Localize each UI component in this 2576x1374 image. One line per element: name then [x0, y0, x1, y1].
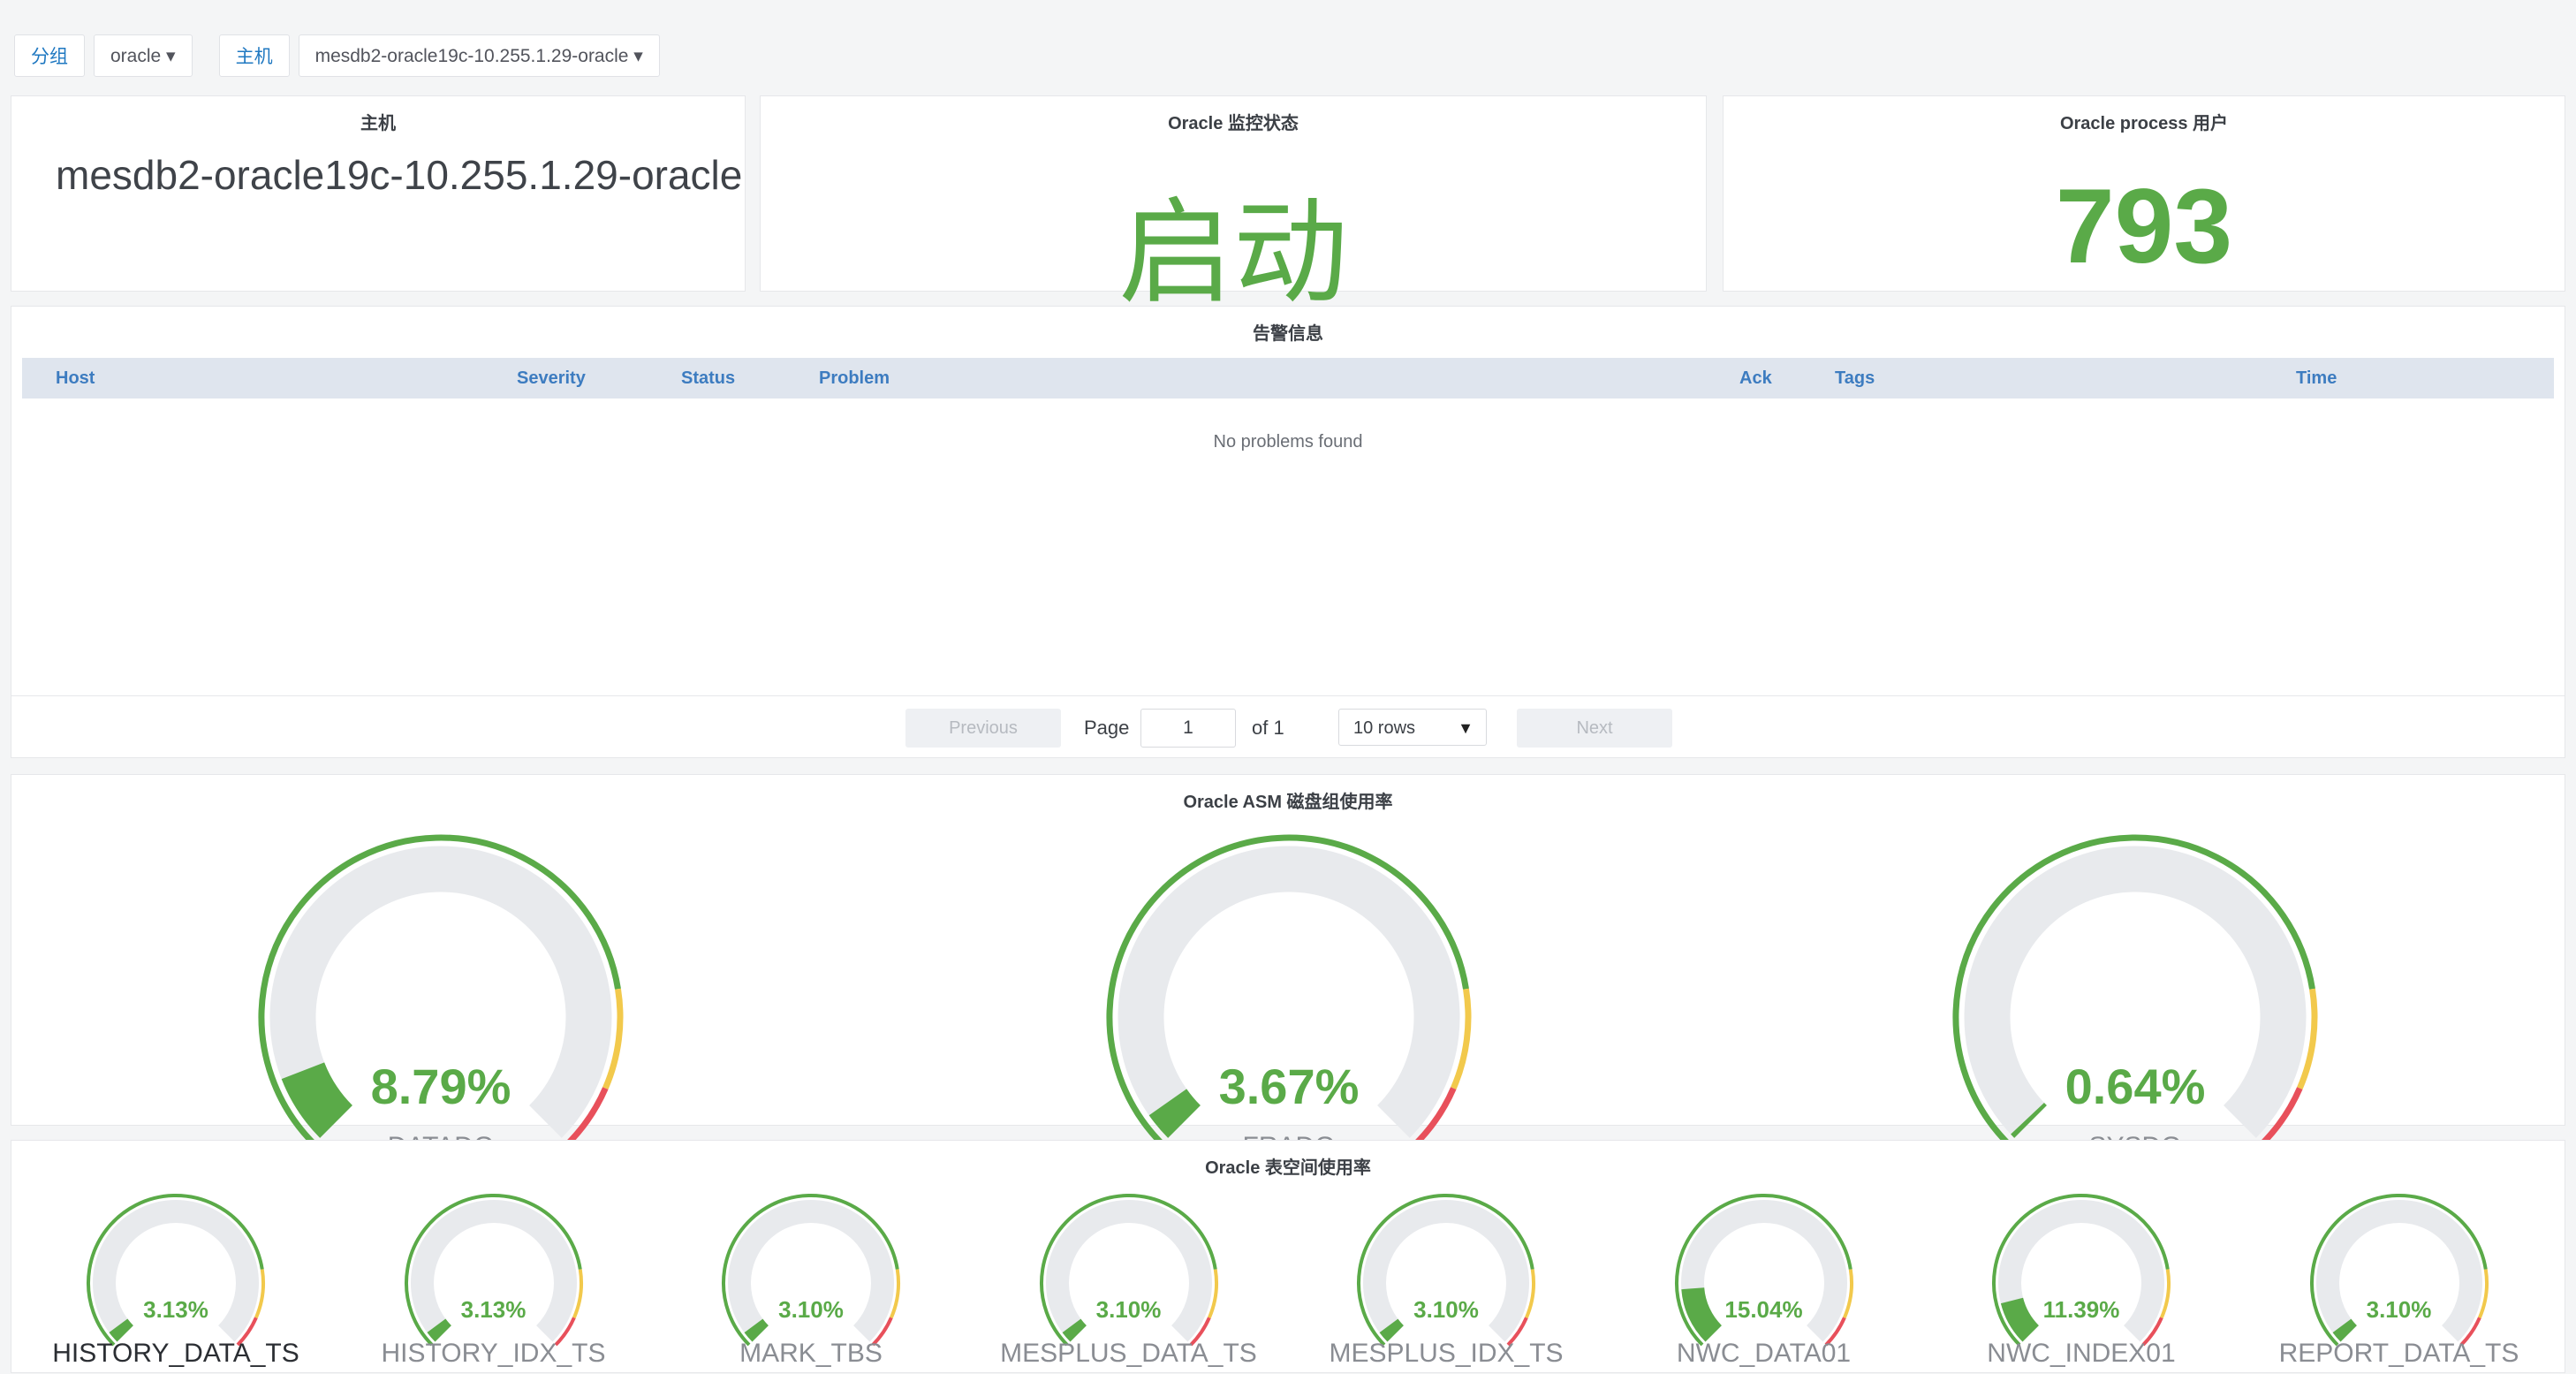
tablespace-gauge-value: 3.10%	[1095, 1296, 1162, 1323]
asm-gauge-value: 0.64%	[2065, 1059, 2206, 1114]
column-header-severity[interactable]: Severity	[517, 358, 586, 399]
tablespace-gauge-label: HISTORY_DATA_TS	[52, 1339, 299, 1368]
chevron-down-icon: ▼	[1458, 719, 1474, 737]
tablespace-gauge-label: NWC_DATA01	[1676, 1339, 1852, 1368]
asm-gauge-value: 8.79%	[370, 1059, 511, 1114]
pagination-bar: Previous Page 1 of 1 10 rows ▼ Next	[11, 695, 2565, 760]
previous-page-button[interactable]: Previous	[905, 709, 1061, 748]
next-page-button[interactable]: Next	[1517, 709, 1672, 748]
column-header-status[interactable]: Status	[681, 358, 735, 399]
problems-panel-title: 告警信息	[1253, 324, 1323, 344]
rows-per-page-value: 10 rows	[1353, 718, 1416, 738]
gauge-value-arc	[426, 1318, 451, 1342]
tablespace-gauge: 11.39% NWC_INDEX01	[1987, 1192, 2176, 1374]
asm-gauge-value: 3.67%	[1218, 1059, 1360, 1114]
gauge-value-arc	[2011, 1102, 2048, 1138]
tablespace-usage-panel: Oracle 表空间使用率 3.13% HISTORY_DATA_TS 3.13% H…	[11, 1140, 2565, 1373]
tablespace-gauge-value: 11.39%	[2042, 1296, 2120, 1323]
status-value: 启动	[1118, 186, 1348, 320]
problems-panel: 告警信息 Host Severity Status Problem Ack Ta…	[11, 306, 2565, 758]
tablespace-gauge-label: MESPLUS_IDX_TS	[1329, 1339, 1564, 1368]
rows-per-page-select[interactable]: 10 rows ▼	[1338, 709, 1487, 746]
tablespace-gauge-value: 15.04%	[1724, 1296, 1803, 1323]
process-count-value: 793	[2055, 167, 2233, 285]
gauge-value-arc	[2332, 1318, 2357, 1342]
tablespace-gauge-value: 3.13%	[460, 1296, 527, 1323]
group-variable-select[interactable]: oracle ▾	[94, 34, 193, 77]
process-panel: Oracle process 用户 793	[1723, 95, 2565, 292]
problems-table-header: Host Severity Status Problem Ack Tags Ti…	[22, 358, 2554, 399]
tablespace-gauge: 3.10% MESPLUS_IDX_TS	[1329, 1192, 1564, 1374]
page-label: Page	[1084, 717, 1130, 739]
host-variable-select[interactable]: mesdb2-oracle19c-10.255.1.29-oracle ▾	[298, 34, 660, 77]
no-problems-message: No problems found	[1213, 432, 1363, 452]
tablespace-gauge-value: 3.10%	[778, 1296, 844, 1323]
tablespace-gauge-label: MARK_TBS	[739, 1339, 883, 1368]
instance-value: mesdb2-oracle19c-10.255.1.29-oracle	[56, 152, 743, 198]
page-total-label: of 1	[1252, 717, 1284, 739]
status-panel-title: Oracle 监控状态	[1168, 114, 1299, 133]
column-header-ack[interactable]: Ack	[1739, 358, 1772, 399]
asm-panel-title: Oracle ASM 磁盘组使用率	[1183, 793, 1393, 812]
variables-bar: 分组 oracle ▾ 主机 mesdb2-oracle19c-10.255.1…	[14, 34, 660, 78]
gauge-value-arc	[1379, 1318, 1405, 1342]
column-header-host[interactable]: Host	[56, 358, 95, 399]
tablespace-gauge-label: HISTORY_IDX_TS	[381, 1339, 606, 1368]
tablespace-gauge-label: MESPLUS_DATA_TS	[1000, 1339, 1257, 1368]
status-panel: Oracle 监控状态 启动	[760, 95, 1707, 320]
column-header-tags[interactable]: Tags	[1835, 358, 1875, 399]
instance-panel: 主机 mesdb2-oracle19c-10.255.1.29-oracle	[11, 95, 746, 292]
tablespace-gauge: 15.04% NWC_DATA01	[1673, 1192, 1855, 1374]
tablespace-gauge: 3.13% HISTORY_IDX_TS	[382, 1192, 605, 1374]
tablespace-gauge-value: 3.10%	[2366, 1296, 2432, 1323]
tablespace-gauge-value: 3.13%	[143, 1296, 208, 1323]
gauge-value-arc	[1062, 1318, 1087, 1342]
gauge-value-arc	[744, 1318, 769, 1342]
instance-panel-title: 主机	[360, 114, 396, 133]
tablespace-gauge: 3.10% MESPLUS_DATA_TS	[1000, 1192, 1257, 1374]
tablespace-gauge: 3.13% HISTORY_DATA_TS	[52, 1192, 299, 1374]
tablespace-panel-title: Oracle 表空间使用率	[1205, 1158, 1371, 1178]
tablespace-gauge-label: REPORT_DATA_TS	[2278, 1339, 2519, 1368]
asm-usage-panel: Oracle ASM 磁盘组使用率 8.79%DATADG3.67%FRADG0…	[11, 774, 2565, 1161]
group-variable-label: 分组	[14, 34, 85, 77]
tablespace-gauge: 3.10% MARK_TBS	[720, 1192, 902, 1374]
column-header-time[interactable]: Time	[2296, 358, 2337, 399]
tablespace-gauge-label: NWC_INDEX01	[1987, 1339, 2176, 1368]
tablespace-gauge-value: 3.10%	[1413, 1296, 1479, 1323]
column-header-problem[interactable]: Problem	[819, 358, 890, 399]
gauge-value-arc	[109, 1318, 134, 1342]
process-panel-title: Oracle process 用户	[2059, 114, 2229, 133]
tablespace-gauge: 3.10% REPORT_DATA_TS	[2279, 1192, 2519, 1374]
host-variable-label: 主机	[218, 34, 290, 77]
page-number-input[interactable]: 1	[1140, 709, 1236, 748]
